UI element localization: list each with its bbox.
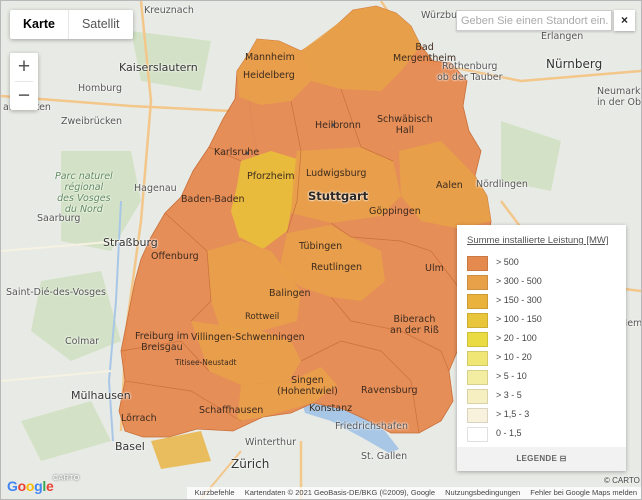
legend-swatch [467,389,488,404]
keyboard-shortcuts-link[interactable]: Kurzbefehle [195,488,235,497]
place-label: Winterthur [245,437,296,448]
zoom-in-button[interactable]: + [10,53,38,81]
carto-attribution: © CARTO [604,476,640,485]
place-label: Stuttgart [308,189,369,203]
park-label: Parc naturel régional des Vosges du Nord [55,171,113,215]
place-label: Homburg [78,83,123,94]
map-type-karte-button[interactable]: Karte [10,10,68,39]
place-label: Hagenau [134,183,177,194]
legend-label: > 20 - 100 [496,333,537,343]
report-error-link[interactable]: Fehler bei Google Maps melden [530,488,637,497]
place-label: Heidelberg [243,70,295,81]
place-label: Schwäbisch Hall [377,114,433,136]
legend-swatch [467,332,488,347]
place-label: Tübingen [299,241,343,252]
map-viewport[interactable]: Kreuznach Kaiserslautern Mannheim Heidel… [0,0,642,500]
legend-title: Summe installierte Leistung [MW] [467,235,609,246]
place-label: Mülhausen [71,389,131,402]
place-label: Colmar [65,336,100,347]
place-label: Saint-Dié-des-Vosges [6,287,106,298]
place-label: Nürnberg [546,57,603,71]
place-label: Ludwigsburg [306,168,367,179]
legend-swatch [467,408,488,423]
location-search-box [456,10,613,31]
legend-swatch [467,294,488,309]
place-label: Straßburg [103,236,158,249]
legend-swatch [467,370,488,385]
place-label: Erlangen [541,31,584,42]
place-label: Göppingen [369,206,421,217]
place-label: Biberach an der Riß [390,314,439,336]
place-label: Basel [115,440,145,453]
map-type-control: Karte Satellit [10,10,133,39]
legend-swatch [467,256,488,271]
legend-toggle-button[interactable]: LEGENDE ⊟ [457,447,626,471]
legend-label: > 10 - 20 [496,352,532,362]
legend-swatch [467,351,488,366]
place-label: Pforzheim [247,171,295,182]
legend-swatch [467,427,488,442]
place-label: Reutlingen [311,262,362,273]
legend-swatch [467,313,488,328]
google-logo[interactable]: Google [7,478,54,494]
place-label: Heilbronn [315,120,361,131]
legend-label: > 3 - 5 [496,390,522,400]
place-label: Schaffhausen [199,405,264,416]
close-icon[interactable]: × [614,10,635,31]
place-label: Lörrach [121,413,157,424]
place-label: Baden-Baden [181,194,245,205]
zoom-control: + − [10,53,38,110]
location-search-input[interactable] [457,11,613,31]
legend-label: > 100 - 150 [496,314,542,324]
place-label: Zürich [231,457,270,471]
place-label: Zweibrücken [61,116,122,127]
legend-label: > 1,5 - 3 [496,409,530,419]
place-label: Rothenburg ob der Tauber [437,61,503,83]
place-label: Karlsruhe [214,147,260,158]
legend-panel: Summe installierte Leistung [MW] > 500 > … [457,225,626,471]
carto-logo: CARTO [53,475,80,482]
zoom-out-button[interactable]: − [10,82,38,110]
place-label: Balingen [269,288,311,299]
place-label: Neumarkt in der Oberpf [597,86,642,108]
place-label: Ulm [425,263,444,274]
legend-label: > 150 - 300 [496,295,542,305]
place-label: St. Gallen [361,451,408,462]
attribution-bar: Kurzbefehle Kartendaten © 2021 GeoBasis-… [186,487,641,499]
place-label: Kaiserslautern [119,61,198,74]
place-label: Rottweil [245,312,280,322]
legend-swatch [467,275,488,290]
place-label: Aalen [436,180,463,191]
map-type-satellit-button[interactable]: Satellit [67,10,133,39]
place-label: Singen (Hohentwiel) [277,375,338,397]
place-label: Mannheim [245,52,295,63]
place-label: Nördlingen [476,179,528,190]
legend-label: > 5 - 10 [496,371,527,381]
place-label: Freiburg im Breisgau [135,331,189,353]
place-label: Offenburg [151,251,199,262]
place-label: Villingen-Schwenningen [191,332,305,343]
place-label: Friedrichshafen [335,421,408,432]
place-label: Titisee-Neustadt [175,358,237,367]
terms-link[interactable]: Nutzungsbedingungen [445,488,520,497]
legend-label: > 500 [496,257,519,267]
place-label: Kreuznach [144,5,194,16]
map-data-attribution: Kartendaten © 2021 GeoBasis-DE/BKG (©200… [244,488,436,497]
legend-label: > 300 - 500 [496,276,542,286]
place-label: Ravensburg [361,385,418,396]
legend-label: 0 - 1,5 [496,428,522,438]
place-label: Konstanz [309,403,353,414]
